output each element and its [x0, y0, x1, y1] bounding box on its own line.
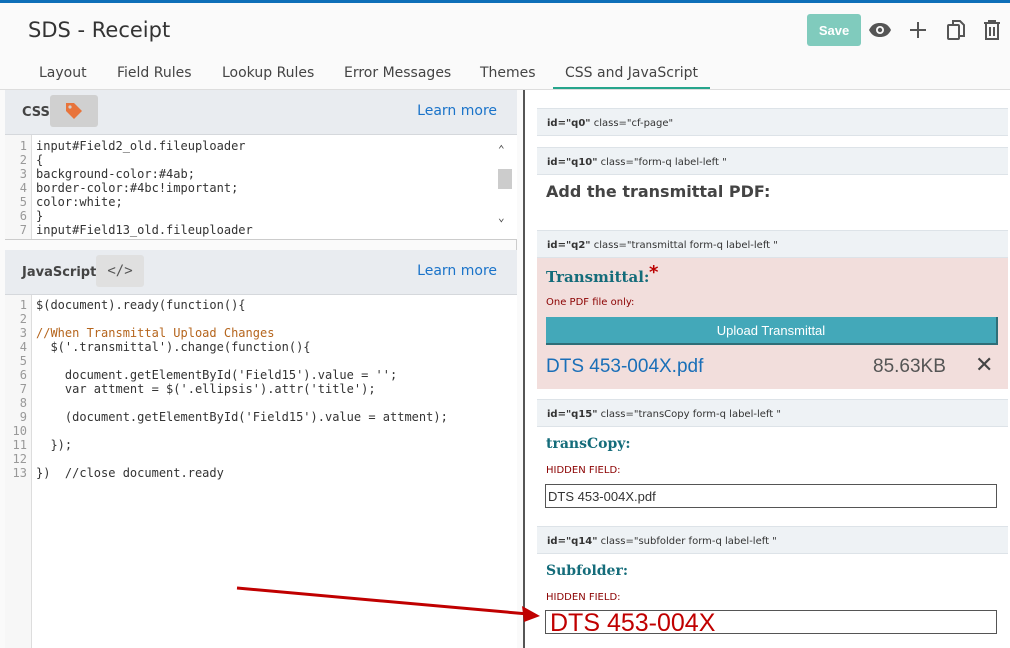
annotation-arrow [236, 586, 540, 622]
